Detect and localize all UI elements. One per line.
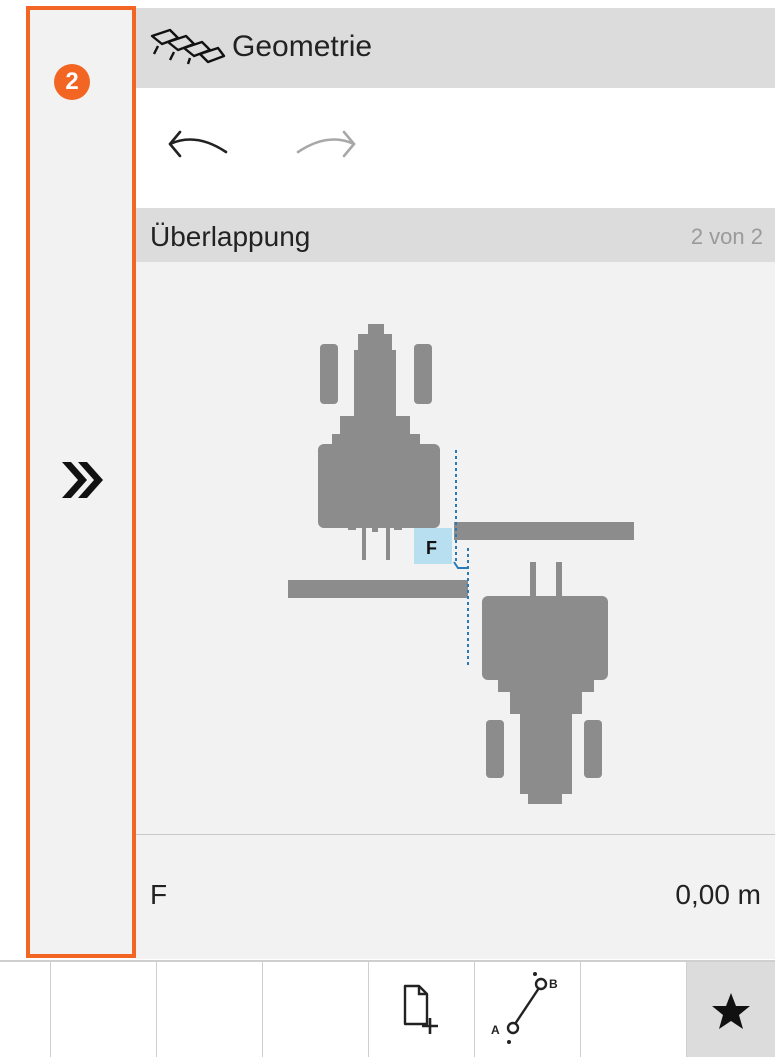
redo-icon[interactable]	[294, 124, 358, 164]
implement-bar-bottom	[288, 580, 468, 598]
plough-icon	[150, 28, 226, 65]
softkey-6[interactable]	[580, 962, 686, 1057]
value-field[interactable]: 0,00 m	[675, 879, 761, 911]
svg-text:B: B	[549, 977, 558, 991]
star-icon	[712, 993, 750, 1029]
overlap-value-row[interactable]: F 0,00 m	[136, 834, 775, 959]
section-header: Überlappung 2 von 2	[136, 208, 775, 262]
step-badge: 2	[54, 64, 90, 100]
section-title: Überlappung	[150, 221, 311, 252]
page-indicator: 2 von 2	[690, 224, 763, 249]
tractor-overlap-illustration: F	[288, 324, 634, 804]
double-chevron-right-icon[interactable]	[58, 458, 108, 502]
undo-icon[interactable]	[166, 124, 230, 164]
side-panel: 2	[26, 6, 136, 958]
ab-line-button[interactable]: A B	[474, 962, 580, 1057]
new-document-button[interactable]	[368, 962, 474, 1057]
favorites-button[interactable]	[686, 962, 775, 1057]
softkey-1[interactable]	[50, 962, 156, 1057]
softkey-2[interactable]	[156, 962, 262, 1057]
tractor-top	[318, 324, 440, 560]
page-header: Geometrie	[136, 8, 775, 88]
svg-text:A: A	[491, 1023, 500, 1037]
implement-bar-top	[454, 522, 634, 540]
tractor-bottom	[482, 562, 608, 804]
new-document-icon	[403, 984, 438, 1034]
overlap-diagram: F	[136, 262, 775, 834]
page-title: Geometrie	[232, 30, 373, 63]
marker-label: F	[426, 538, 437, 558]
ab-line-icon: A B	[491, 972, 558, 1044]
value-label: F	[150, 879, 168, 910]
softkey-3[interactable]	[262, 962, 368, 1057]
bottom-toolbar: A B	[0, 960, 775, 1057]
history-toolbar	[136, 88, 775, 206]
